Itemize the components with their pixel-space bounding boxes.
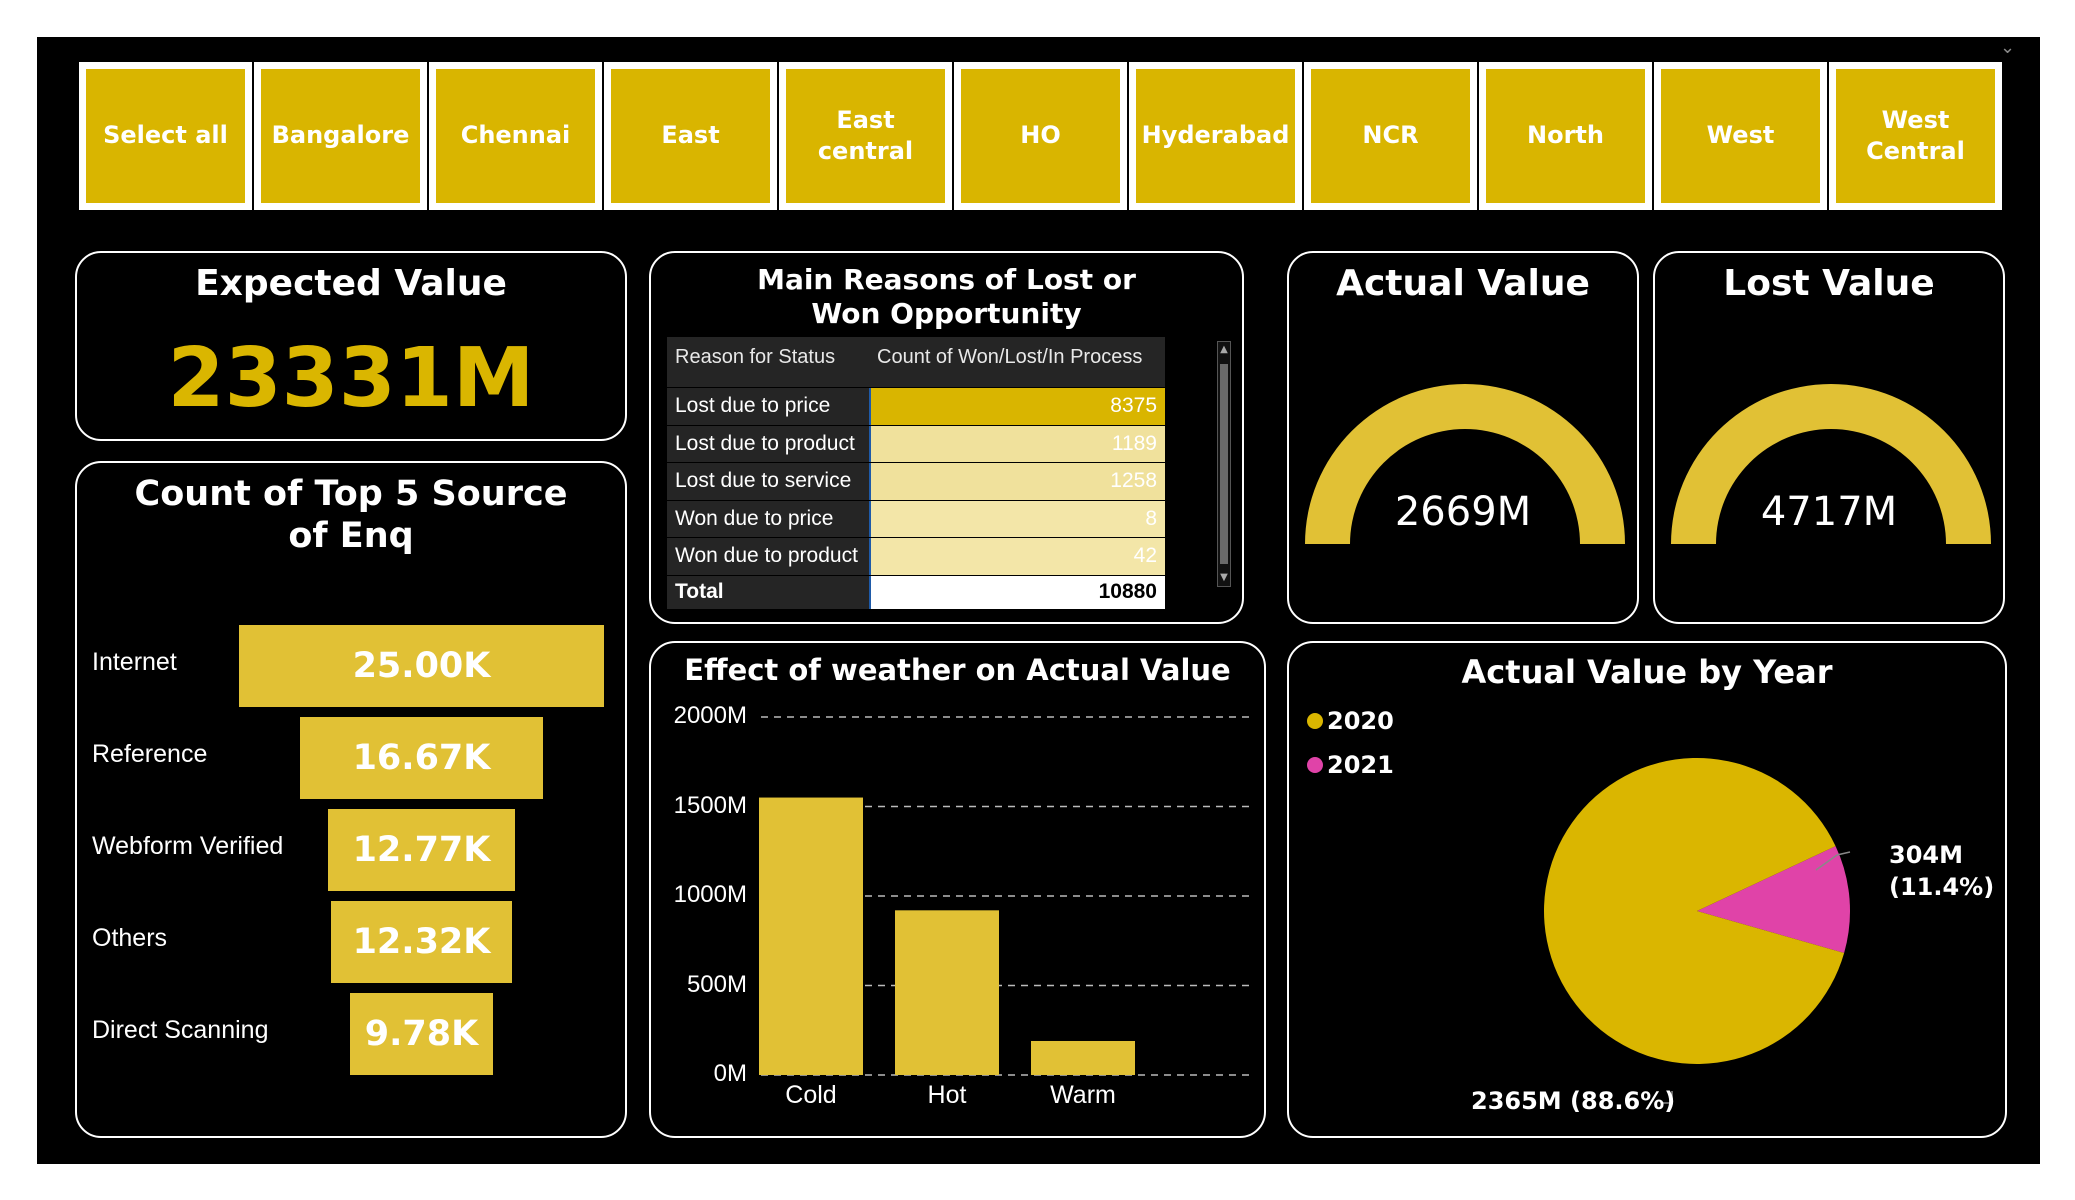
cell-total-label: Total [667,575,871,609]
slicer-item-west[interactable]: West [1654,62,1827,210]
chevron-down-icon[interactable]: ⌄ [2000,37,2015,58]
pie-label-percent: (11.4%) [1889,873,1995,902]
slicer-item-east-central[interactable]: East central [779,62,952,210]
slicer-item-east[interactable]: East [604,62,777,210]
funnel-label: Webform Verified [92,832,284,860]
reasons-table-card: Main Reasons of Lost or Won Opportunity … [649,251,1244,624]
pie-label-2020: 2365M (88.6%) [1471,1087,1676,1115]
actual-value-amount: 2669M [1394,489,1532,535]
x-tick-label: Hot [927,1081,967,1109]
slicer-item-ncr[interactable]: NCR [1304,62,1477,210]
source-funnel-card: Count of Top 5 Source of Enq Internet 25… [75,461,627,1138]
column-header-count[interactable]: Count of Won/Lost/In Process [871,346,1165,369]
bar-hot[interactable] [895,910,999,1075]
pie-label-value: 304M [1889,841,1963,869]
funnel-label: Internet [92,648,177,676]
table-total-row: Total 10880 [667,574,1165,609]
pie-label-2021: 304M (11.4%) [1889,839,1994,904]
funnel-bar-others[interactable]: 12.32K [331,901,512,983]
expected-value-title: Expected Value [195,263,507,304]
cell-count: 42 [871,538,1165,575]
cell-count: 1258 [871,463,1165,500]
scroll-up-icon[interactable]: ▲ [1218,344,1230,356]
table-scrollbar[interactable]: ▲ ▼ [1217,341,1231,587]
table-row[interactable]: Lost due to product 1189 [667,424,1165,462]
cell-reason: Won due to price [667,500,871,537]
slicer-item-north[interactable]: North [1479,62,1652,210]
dashboard-canvas: ⌄ Select all Bangalore Chennai East East… [37,37,2040,1164]
cell-reason: Lost due to service [667,463,871,500]
funnel-label: Others [92,924,168,952]
x-tick-label: Cold [785,1081,837,1109]
slicer-item-west-central[interactable]: West Central [1829,62,2002,210]
cell-count: 1189 [871,425,1165,462]
cell-total-value: 10880 [871,575,1165,609]
funnel-label: Direct Scanning [92,1016,269,1044]
expected-value-amount: 23331M [167,331,535,426]
scroll-down-icon[interactable]: ▼ [1218,572,1230,584]
actual-value-gauge [1305,384,1625,544]
y-tick-label: 500M [686,970,747,998]
funnel-bar-internet[interactable]: 25.00K [239,625,604,707]
funnel-bar-reference[interactable]: 16.67K [300,717,543,799]
source-funnel-title: Count of Top 5 Source of Enq [134,474,568,556]
actual-value-card: Actual Value 2669M [1287,251,1639,624]
cell-reason: Won due to product [667,538,871,575]
lost-value-amount: 4717M [1760,489,1898,535]
weather-chart-card: Effect of weather on Actual Value 0M 500M… [649,641,1266,1138]
bar-warm[interactable] [1031,1040,1135,1075]
x-tick-label: Warm [1050,1081,1116,1109]
table-row[interactable]: Won due to price 8 [667,499,1165,537]
bar-cold[interactable] [759,797,863,1075]
y-tick-label: 1500M [673,791,747,819]
table-row[interactable]: Won due to product 42 [667,537,1165,575]
table-row[interactable]: Lost due to price 8375 [667,387,1165,425]
column-header-reason[interactable]: Reason for Status [667,346,871,369]
slicer-item-select-all[interactable]: Select all [79,62,252,210]
y-tick-label: 1000M [673,881,747,908]
y-tick-label: 2000M [673,702,747,729]
reasons-table-title: Main Reasons of Lost or Won Opportunity [757,263,1136,330]
slicer-item-chennai[interactable]: Chennai [429,62,602,210]
slicer-item-ho[interactable]: HO [954,62,1127,210]
expected-value-card: Expected Value 23331M [75,251,627,441]
cell-reason: Lost due to product [667,425,871,462]
slicer-item-bangalore[interactable]: Bangalore [254,62,427,210]
cell-count: 8 [871,500,1165,537]
year-chart-card: Actual Value by Year 2020 2021 304M (11.… [1287,641,2007,1138]
funnel-label: Reference [92,740,208,768]
funnel-bar-webform-verified[interactable]: 12.77K [328,809,515,891]
funnel-bar-direct-scanning[interactable]: 9.78K [350,993,493,1075]
table-header: Reason for Status Count of Won/Lost/In P… [667,337,1165,377]
table-row[interactable]: Lost due to service 1258 [667,462,1165,500]
slicer-item-hyderabad[interactable]: Hyderabad [1129,62,1302,210]
lost-value-card: Lost Value 4717M [1653,251,2005,624]
y-tick-label: 0M [713,1060,747,1087]
reasons-table: Reason for Status Count of Won/Lost/In P… [667,337,1165,609]
cell-count: 8375 [871,388,1165,425]
cell-reason: Lost due to price [667,388,871,425]
scrollbar-thumb[interactable] [1220,364,1228,564]
lost-value-gauge [1671,384,1991,544]
